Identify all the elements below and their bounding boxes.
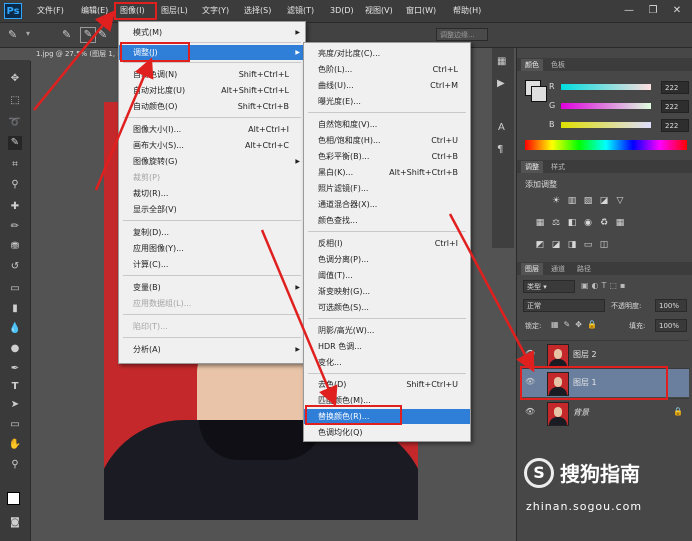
arrow-to-adjustments [94, 57, 154, 191]
sogou-logo-icon: S [524, 458, 554, 488]
watermark-brand: 搜狗指南 [560, 462, 640, 486]
watermark-url: zhinan.sogou.com [526, 500, 643, 513]
arrow-to-layer-1 [448, 213, 535, 373]
arrow-to-replace-color [260, 229, 338, 407]
arrow-to-image-menu [33, 10, 116, 111]
sogou-watermark: S 搜狗指南 zhinan.sogou.com [524, 454, 690, 530]
